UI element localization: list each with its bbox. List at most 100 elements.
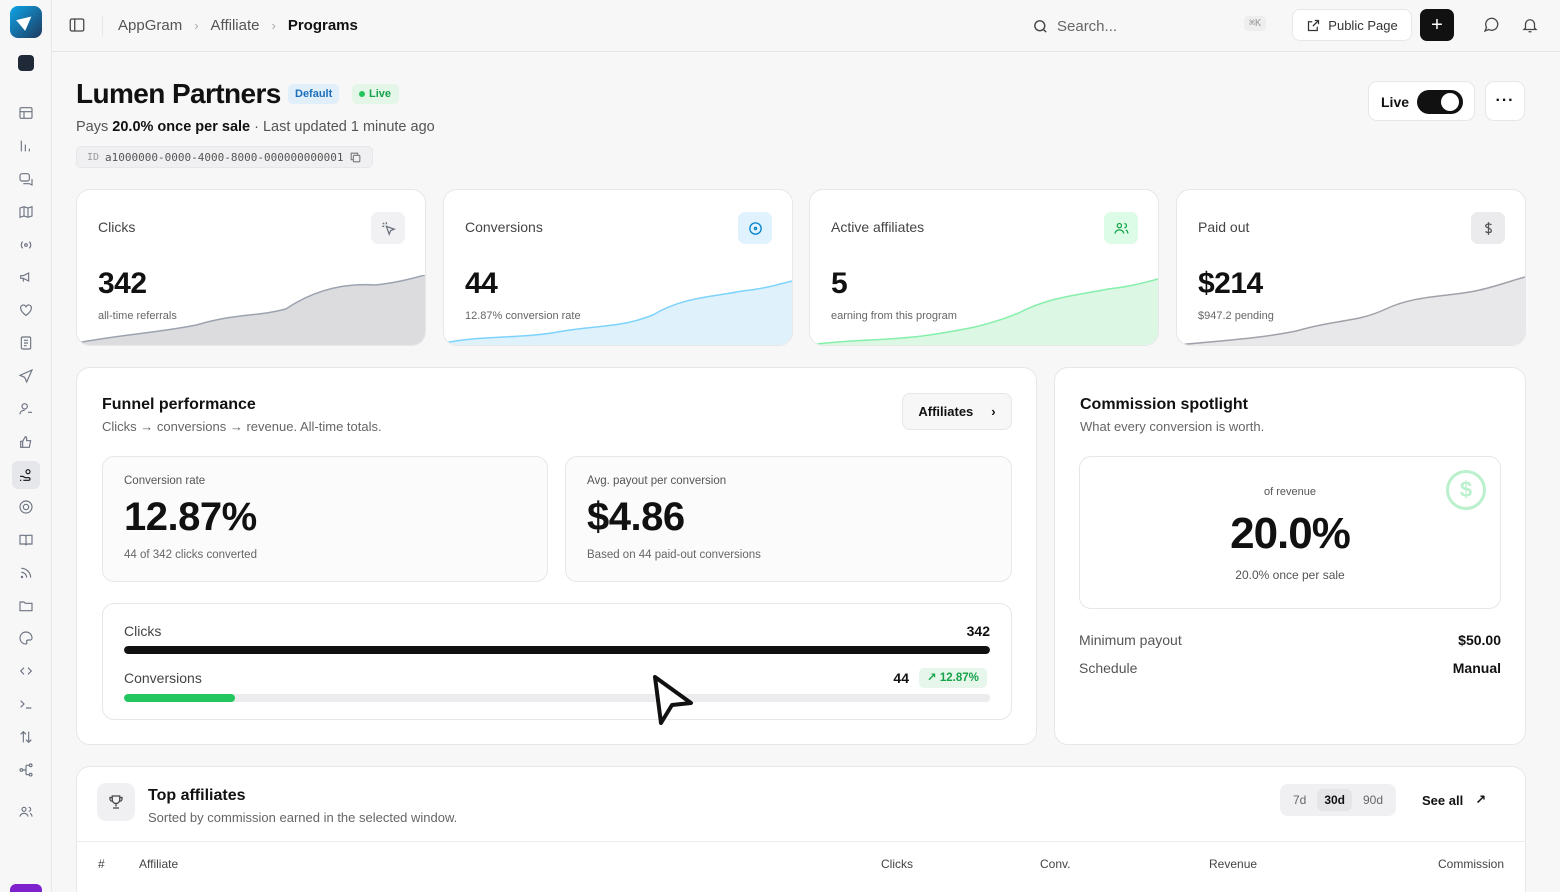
of-revenue-label: of revenue (1264, 486, 1316, 498)
code-icon[interactable] (16, 661, 36, 681)
see-all-link[interactable]: See all ↗ (1422, 792, 1486, 808)
conversions-bar-label: Conversions (124, 670, 202, 686)
breadcrumb: AppGram › Affiliate › Programs (118, 17, 358, 34)
users-icon (1104, 212, 1138, 244)
send-icon[interactable] (16, 366, 36, 386)
program-id-chip: ID a1000000-0000-4000-8000-000000000001 (76, 146, 374, 168)
search-placeholder: Search... (1057, 17, 1118, 35)
public-page-button[interactable]: Public Page (1292, 9, 1412, 41)
see-all-label: See all (1422, 792, 1464, 808)
team-icon[interactable] (16, 802, 36, 822)
funnel-subtitle: Clicks → conversions → revenue. All-time… (102, 419, 382, 434)
changelog-icon[interactable] (16, 333, 36, 353)
schedule-value: Manual (1452, 660, 1501, 676)
chevron-right-icon: › (194, 18, 199, 33)
add-button[interactable]: + (1420, 9, 1454, 41)
conversions-bar-value: 44 (893, 670, 909, 686)
breadcrumb-affiliate[interactable]: Affiliate (211, 17, 260, 34)
divider (102, 16, 103, 36)
thumbs-up-icon[interactable] (16, 432, 36, 452)
page-title: Lumen Partners (76, 78, 281, 109)
dashboard-icon[interactable] (16, 103, 36, 123)
last-updated: · Last updated 1 minute ago (254, 119, 435, 135)
avg-payout-card: Avg. payout per conversion $4.86 Based o… (565, 456, 1012, 582)
breadcrumb-appgram[interactable]: AppGram (118, 17, 182, 34)
chevron-right-icon: › (271, 18, 276, 33)
live-toggle[interactable]: Live (1368, 81, 1475, 121)
stat-label: Active affiliates (831, 219, 925, 235)
app-logo[interactable] (10, 6, 42, 38)
commission-rate-value: 20.0% (1230, 509, 1351, 558)
stat-card-paid-out: Paid out $214 $947.2 pending (1176, 189, 1526, 346)
search-icon (1034, 19, 1047, 33)
conversions-bar-fill (124, 694, 236, 702)
commission-spotlight-panel: Commission spotlight What every conversi… (1054, 367, 1526, 745)
commission-rate-sub: 20.0% once per sale (1235, 568, 1345, 582)
trophy-icon (97, 783, 135, 821)
bell-icon[interactable] (1521, 16, 1541, 36)
conversion-rate-label: Conversion rate (124, 475, 206, 487)
public-page-label: Public Page (1328, 17, 1398, 33)
conversions-bar-track (124, 694, 990, 702)
live-badge: Live (352, 84, 400, 104)
docs-icon[interactable] (16, 530, 36, 550)
range-90d[interactable]: 90d (1356, 789, 1390, 811)
stat-card-clicks: Clicks 342 all-time referrals (76, 189, 426, 346)
sidebar-toggle-icon[interactable] (68, 16, 88, 36)
funnel-title: Funnel performance (102, 396, 256, 413)
folder-icon[interactable] (16, 596, 36, 616)
pointer-click-icon (371, 212, 405, 244)
analytics-icon[interactable] (16, 136, 36, 156)
avg-payout-sub: Based on 44 paid-out conversions (587, 549, 761, 561)
commission-rate-box: $ of revenue 20.0% 20.0% once per sale (1079, 456, 1501, 609)
conversion-rate-chip: ↗ 12.87% (919, 668, 987, 688)
conversion-rate-value: 12.87% (124, 495, 257, 539)
clicks-bar-label: Clicks (124, 623, 162, 639)
range-30d[interactable]: 30d (1317, 789, 1352, 811)
col-clicks[interactable]: Clicks (881, 857, 913, 871)
terminal-icon[interactable] (16, 694, 36, 714)
conversion-rate-sub: 44 of 342 clicks converted (124, 549, 257, 561)
stat-label: Conversions (465, 219, 543, 235)
col-conv[interactable]: Conv. (1040, 857, 1070, 871)
megaphone-icon[interactable] (16, 267, 36, 287)
support-icon[interactable] (16, 497, 36, 517)
mouse-cursor-icon (653, 675, 693, 725)
copy-icon[interactable] (349, 151, 362, 164)
palette-icon[interactable] (16, 628, 36, 648)
program-id: a1000000-0000-4000-8000-000000000001 (105, 150, 344, 164)
sort-icon[interactable] (16, 727, 36, 747)
workflow-icon[interactable] (16, 760, 36, 780)
feedback-icon[interactable] (1482, 16, 1502, 36)
target-icon (738, 212, 772, 244)
top-affiliates-title: Top affiliates (148, 787, 246, 804)
more-options-button[interactable]: ··· (1485, 81, 1525, 121)
id-label: ID (87, 151, 100, 163)
roadmap-icon[interactable] (16, 202, 36, 222)
rss-icon[interactable] (16, 563, 36, 583)
sidebar (0, 0, 52, 892)
workspace-icon[interactable] (18, 55, 34, 71)
range-7d[interactable]: 7d (1286, 789, 1313, 811)
min-payout-label: Minimum payout (1079, 632, 1182, 648)
stat-label: Clicks (98, 219, 136, 235)
top-bar: AppGram › Affiliate › Programs Search...… (52, 0, 1560, 52)
messages-icon[interactable] (16, 169, 36, 189)
live-switch[interactable] (1417, 90, 1463, 114)
affiliates-button[interactable]: Affiliates › (902, 393, 1012, 430)
stat-label: Paid out (1198, 219, 1250, 235)
avg-payout-label: Avg. payout per conversion (587, 475, 727, 487)
affiliate-icon[interactable] (12, 461, 40, 489)
search-input[interactable]: Search... (1032, 14, 1272, 38)
funnel-bars: Clicks 342 Conversions 44 ↗ 12.87% (102, 603, 1012, 720)
col-affiliate[interactable]: Affiliate (139, 857, 178, 871)
heart-icon[interactable] (16, 300, 36, 320)
breadcrumb-programs: Programs (287, 17, 358, 34)
col-revenue[interactable]: Revenue (1209, 857, 1257, 871)
col-commission[interactable]: Commission (1438, 857, 1504, 871)
clicks-bar-track (124, 646, 990, 654)
user-icon[interactable] (16, 399, 36, 419)
min-payout-value: $50.00 (1458, 632, 1501, 648)
broadcast-icon[interactable] (16, 235, 36, 255)
user-avatar[interactable] (10, 884, 42, 892)
